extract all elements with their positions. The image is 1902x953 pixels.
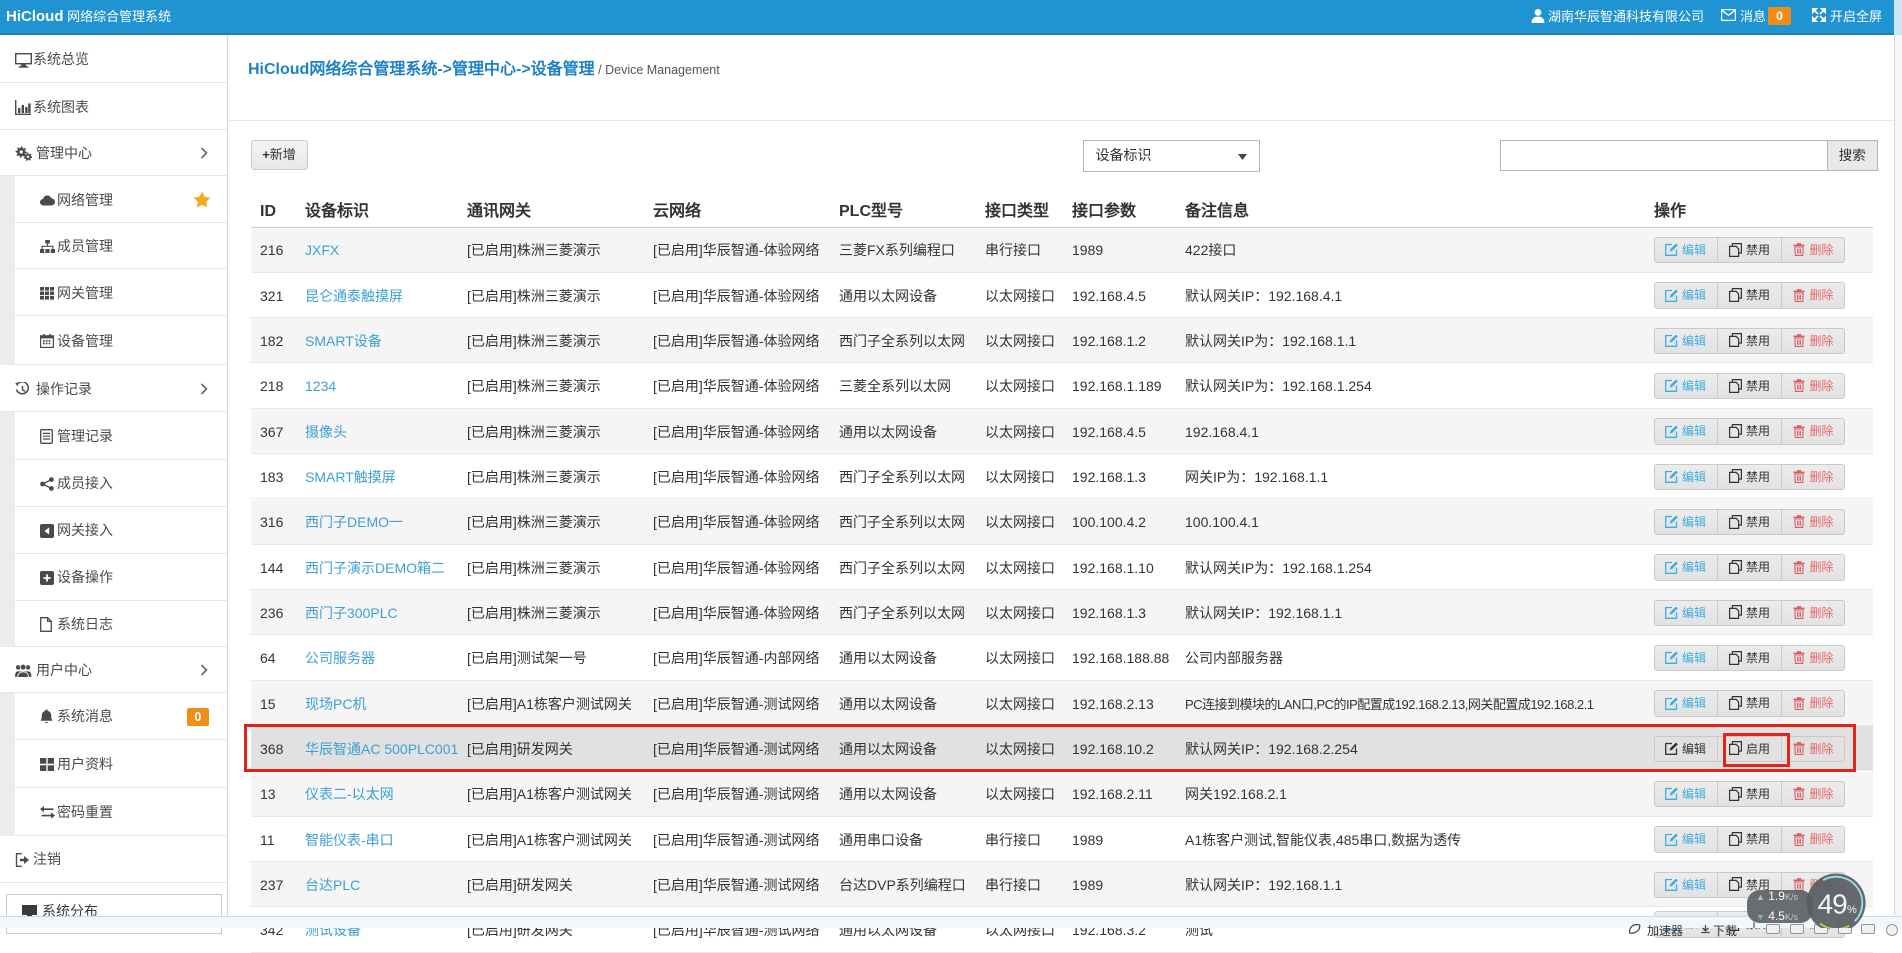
svg-text:%: % (1847, 904, 1857, 916)
svg-text:49: 49 (1818, 888, 1848, 919)
